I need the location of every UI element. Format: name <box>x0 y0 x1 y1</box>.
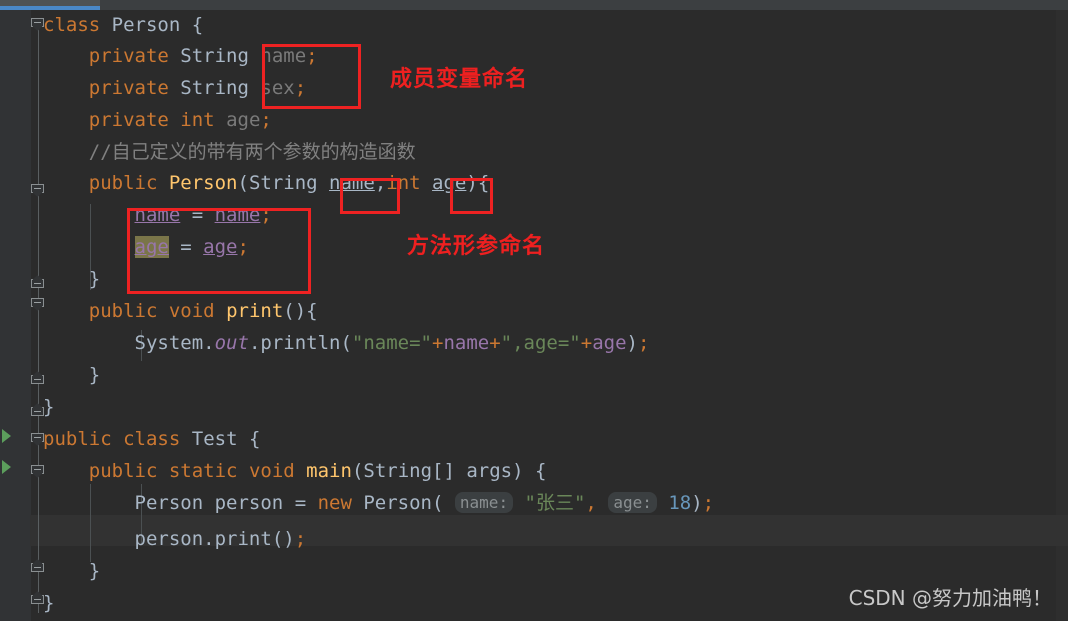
code-line-19[interactable]: } <box>43 588 54 619</box>
annotation-label-method-parameter-naming: 方法形参命名 <box>407 234 546 259</box>
code-line-7[interactable]: name = name; <box>43 200 272 231</box>
csdn-watermark: CSDN @努力加油鸭！ <box>848 586 1052 610</box>
code-line-4[interactable]: private int age; <box>43 105 272 136</box>
code-editor[interactable]: class Person { private String name; priv… <box>0 10 1068 621</box>
code-line-18[interactable]: } <box>43 556 100 587</box>
editor-window: class Person { private String name; priv… <box>0 0 1068 621</box>
code-text-layer[interactable]: class Person { private String name; priv… <box>0 10 1068 621</box>
inlay-hint-age: age: <box>608 492 657 513</box>
code-line-13[interactable]: } <box>43 392 54 423</box>
inlay-hint-name: name: <box>454 492 514 513</box>
code-line-15[interactable]: public static void main(String[] args) { <box>43 456 547 487</box>
code-line-1[interactable]: class Person { <box>43 10 203 41</box>
code-line-9[interactable]: } <box>43 264 100 295</box>
code-line-17[interactable]: person.print(); <box>43 524 307 555</box>
code-line-11[interactable]: System.out.println("name="+name+",age="+… <box>43 328 650 359</box>
code-line-6[interactable]: public Person(String name,int age){ <box>43 168 490 199</box>
editor-tab-strip <box>0 0 1068 10</box>
code-line-3[interactable]: private String sex; <box>43 73 306 104</box>
annotation-label-member-variable-naming: 成员变量命名 <box>390 67 529 92</box>
code-line-12[interactable]: } <box>43 360 100 391</box>
code-line-8[interactable]: age = age; <box>43 232 249 263</box>
code-line-2[interactable]: private String name; <box>43 41 318 72</box>
code-line-16[interactable]: Person person = new Person( name: "张三", … <box>43 488 714 519</box>
tab-strip-background <box>100 0 1068 10</box>
code-line-10[interactable]: public void print(){ <box>43 296 318 327</box>
code-line-14[interactable]: public class Test { <box>43 424 260 455</box>
code-line-5-comment[interactable]: //自己定义的带有两个参数的构造函数 <box>43 137 416 168</box>
